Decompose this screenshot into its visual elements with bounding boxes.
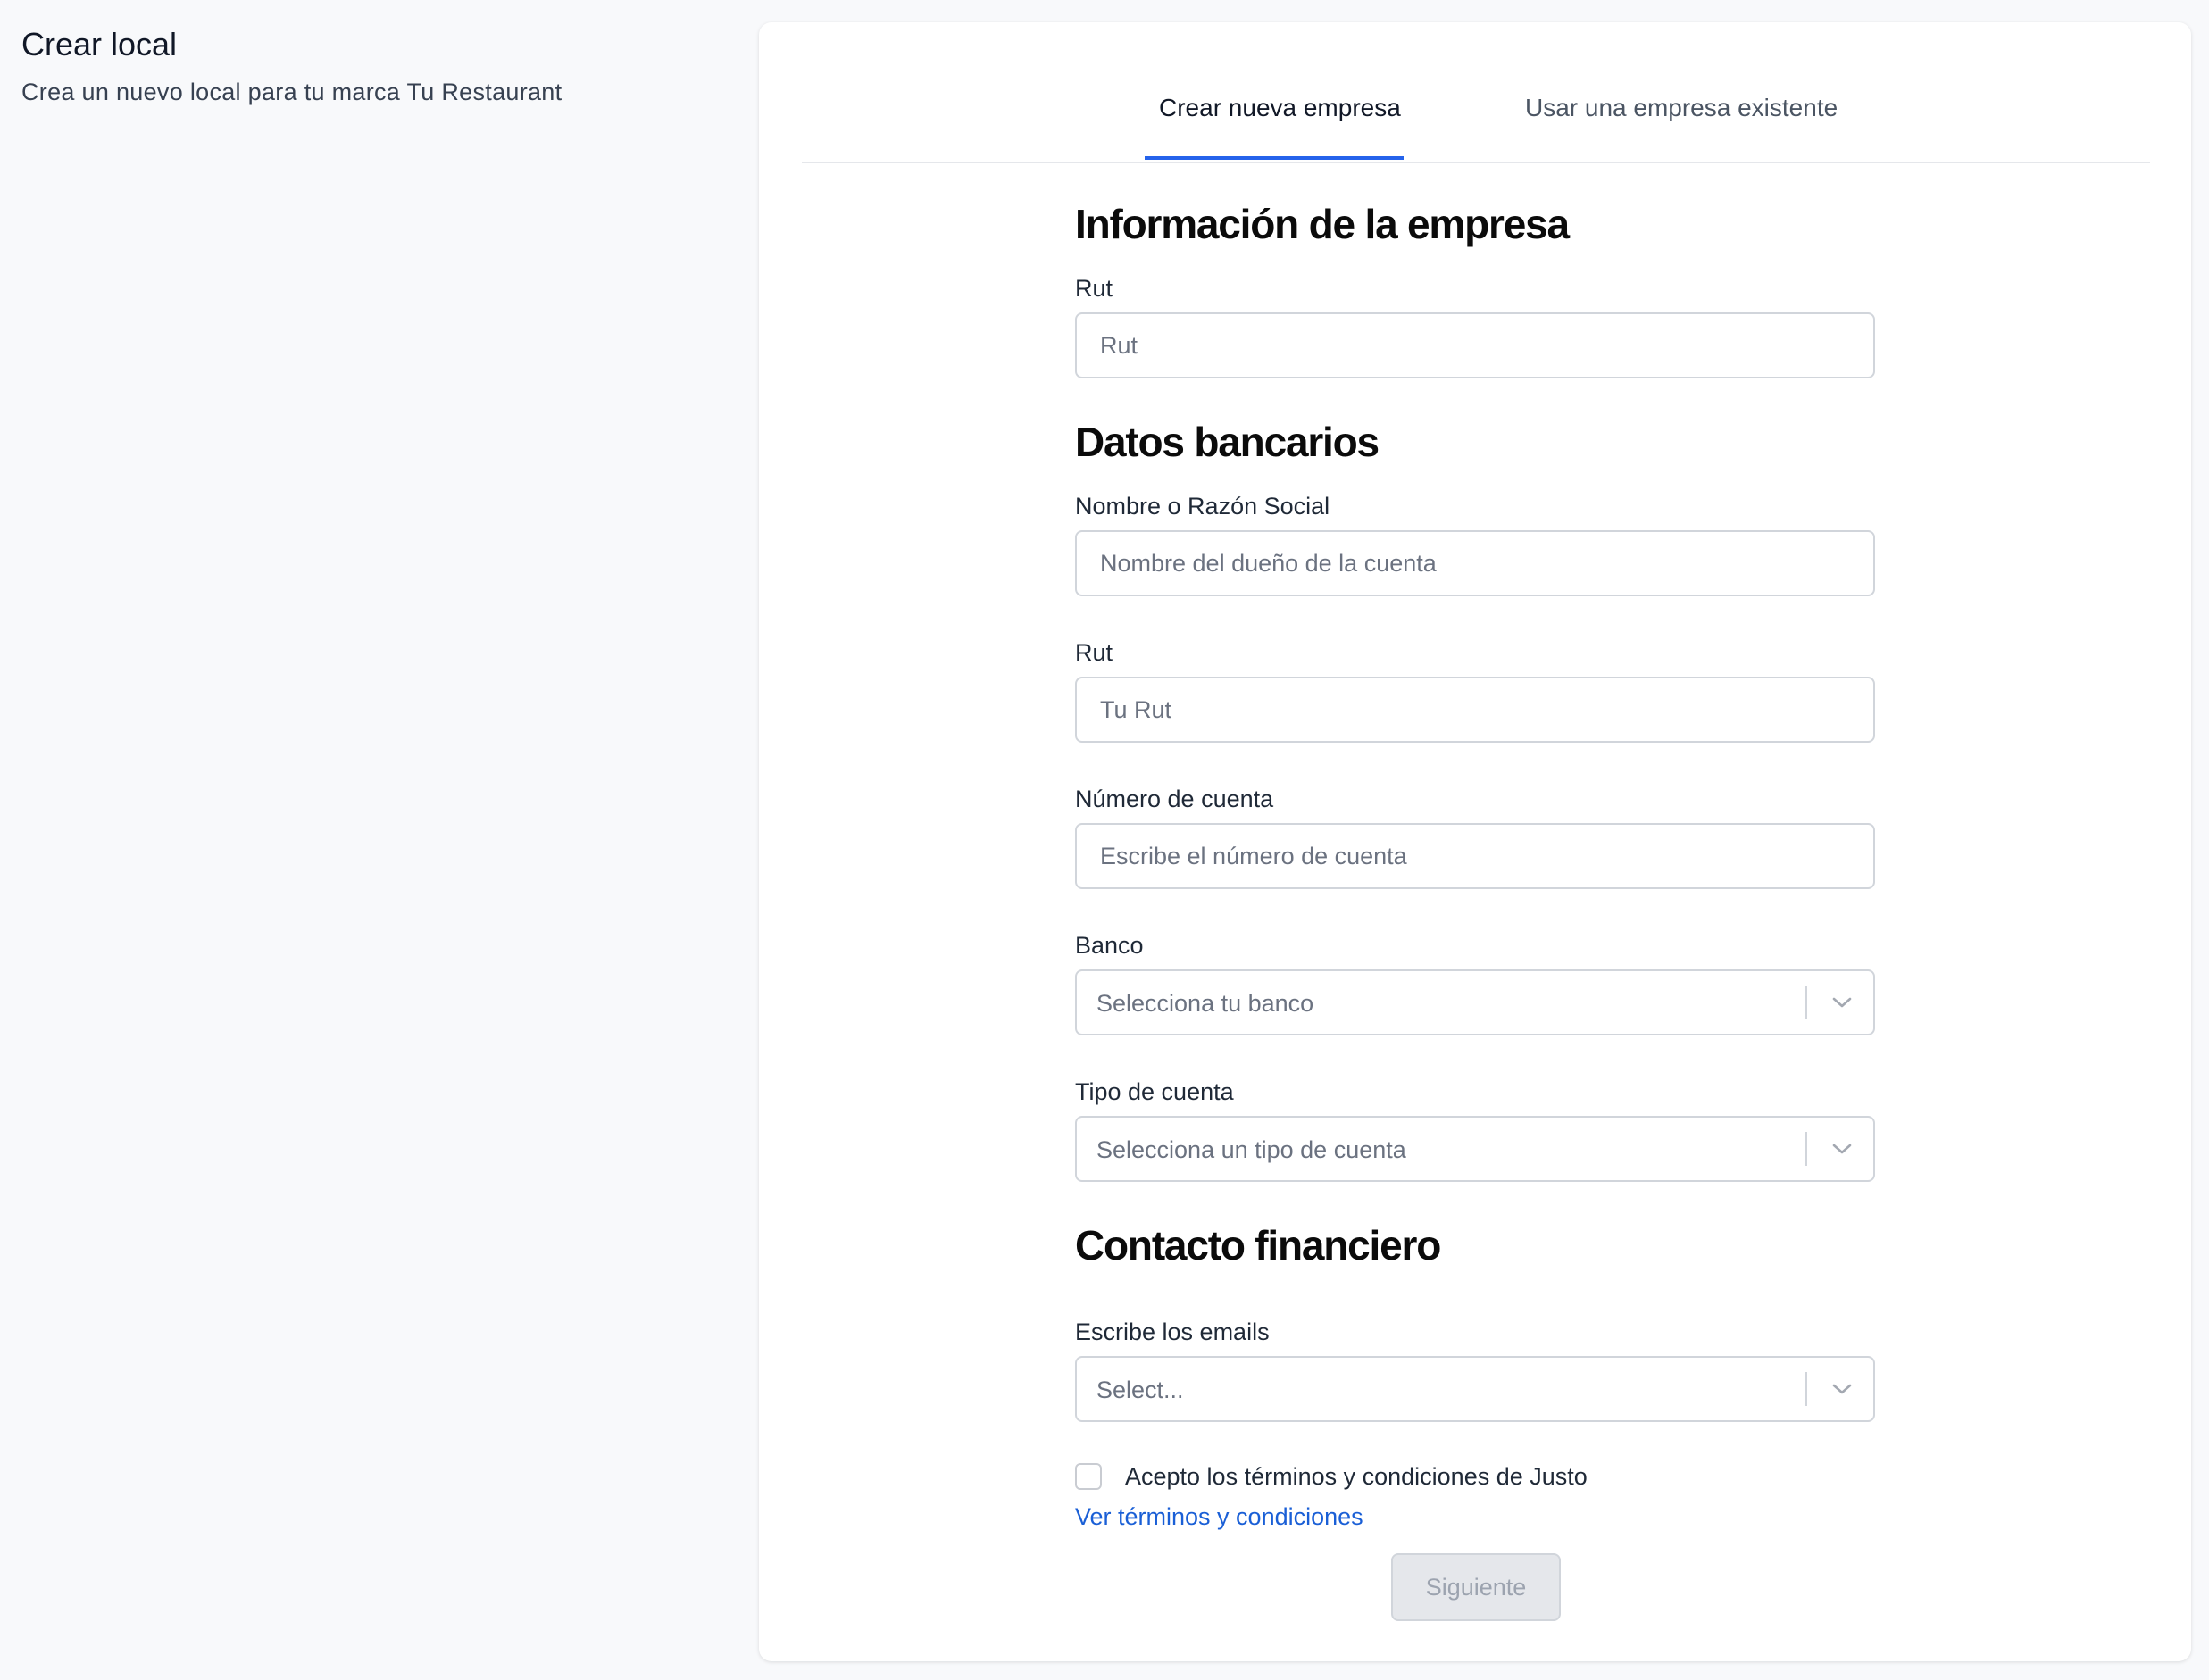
tab-existing-company[interactable]: Usar una empresa existente: [1525, 90, 1838, 126]
emails-placeholder: Select...: [1096, 1376, 1184, 1403]
emails-label: Escribe los emails: [1075, 1318, 1270, 1345]
tab-bar: Crear nueva empresa Usar una empresa exi…: [802, 22, 2150, 163]
select-separator: [1805, 1132, 1807, 1166]
next-button[interactable]: Siguiente: [1391, 1553, 1561, 1621]
chevron-down-icon[interactable]: [1830, 1140, 1854, 1158]
bank-rut-label: Rut: [1075, 639, 1113, 666]
page-header: Crear local Crea un nuevo local para tu …: [21, 23, 562, 107]
section-title-contact: Contacto financiero: [1075, 1222, 1441, 1268]
chevron-down-icon[interactable]: [1830, 1380, 1854, 1398]
terms-checkbox[interactable]: [1075, 1463, 1102, 1490]
bank-select-placeholder: Selecciona tu banco: [1096, 990, 1314, 1017]
page-title: Crear local: [21, 26, 178, 62]
select-separator: [1805, 1372, 1807, 1406]
bank-select-label: Banco: [1075, 932, 1144, 959]
bank-rut-input[interactable]: [1075, 677, 1875, 743]
select-separator: [1805, 986, 1807, 1019]
page-subtitle: Crea un nuevo local para tu marca Tu Res…: [21, 79, 563, 105]
terms-checkbox-label[interactable]: Acepto los términos y condiciones de Jus…: [1125, 1461, 1588, 1492]
active-tab-indicator: [1145, 156, 1404, 160]
account-number-label: Número de cuenta: [1075, 786, 1274, 812]
account-number-input[interactable]: [1075, 823, 1875, 889]
section-title-bank: Datos bancarios: [1075, 419, 1380, 465]
company-rut-input[interactable]: [1075, 312, 1875, 378]
bank-select[interactable]: Selecciona tu banco: [1075, 969, 1875, 1035]
terms-link[interactable]: Ver términos y condiciones: [1075, 1501, 1363, 1532]
bank-name-label: Nombre o Razón Social: [1075, 493, 1330, 520]
tab-create-company[interactable]: Crear nueva empresa: [1152, 90, 1408, 126]
chevron-down-icon[interactable]: [1830, 994, 1854, 1011]
account-type-label: Tipo de cuenta: [1075, 1078, 1234, 1105]
form-card: Crear nueva empresa Usar una empresa exi…: [759, 22, 2191, 1661]
company-rut-label: Rut: [1075, 275, 1113, 302]
section-title-company: Información de la empresa: [1075, 201, 1570, 247]
account-type-select[interactable]: Selecciona un tipo de cuenta: [1075, 1116, 1875, 1182]
bank-name-input[interactable]: [1075, 530, 1875, 596]
account-type-placeholder: Selecciona un tipo de cuenta: [1096, 1136, 1406, 1163]
emails-select[interactable]: Select...: [1075, 1356, 1875, 1422]
